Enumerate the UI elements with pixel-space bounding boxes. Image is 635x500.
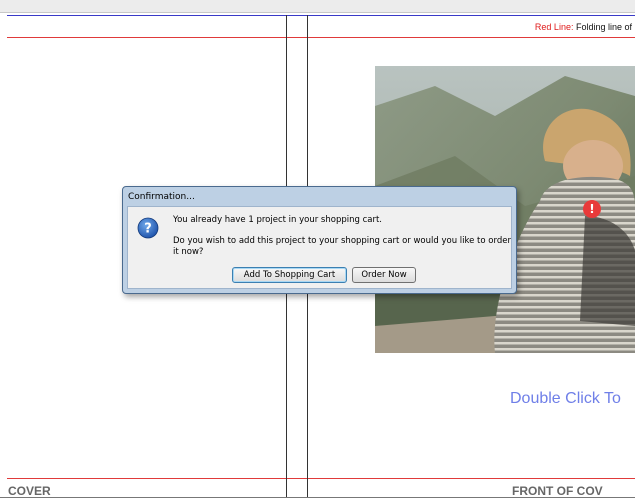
image-placeholder-text[interactable]: Double Click To (510, 390, 621, 408)
legend-red-label: Red Line: (534, 22, 574, 32)
dialog-body: ? You already have 1 project in your sho… (127, 206, 512, 289)
question-icon: ? (137, 217, 159, 239)
add-to-cart-button[interactable]: Add To Shopping Cart (232, 267, 347, 283)
front-cover-section-label: FRONT OF COV (512, 484, 603, 498)
guide-line-top (7, 15, 635, 16)
order-now-button[interactable]: Order Now (352, 267, 416, 283)
editor-canvas: Red Line: Folding line of ! Double Click… (0, 0, 635, 500)
fold-line-bottom (7, 478, 635, 479)
confirmation-dialog: Confirmation... ? You already have 1 pro… (122, 186, 517, 294)
cover-section-label: COVER (8, 484, 51, 498)
dialog-title: Confirmation... (128, 192, 195, 202)
dialog-message-line2: Do you wish to add this project to your … (173, 236, 511, 257)
warning-icon[interactable]: ! (583, 200, 601, 218)
top-toolbar-strip (0, 0, 635, 13)
bottom-border (0, 497, 635, 498)
dialog-message-line1: You already have 1 project in your shopp… (173, 215, 382, 225)
fold-line-legend: Red Line: Folding line of (535, 22, 632, 32)
fold-line-top (7, 37, 635, 38)
svg-text:?: ? (144, 222, 152, 237)
legend-red-text: Folding line of (573, 22, 632, 32)
